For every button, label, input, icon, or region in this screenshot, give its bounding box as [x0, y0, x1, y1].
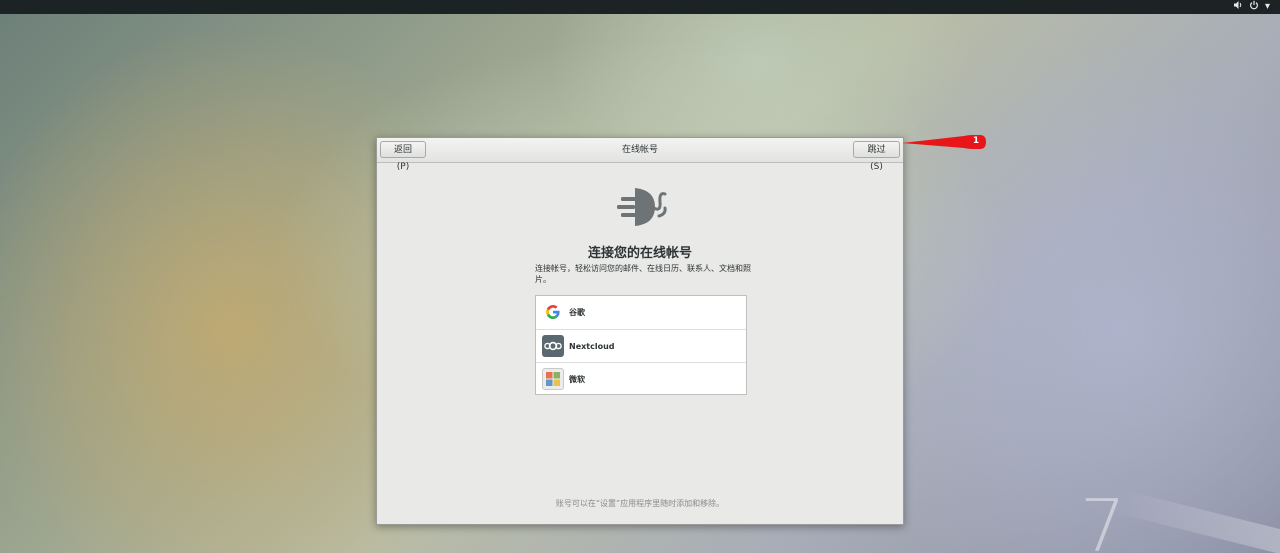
provider-row-nextcloud[interactable]: Nextcloud [536, 329, 746, 362]
provider-row-microsoft[interactable]: 微软 [536, 362, 746, 395]
annotation-number: 1 [972, 136, 980, 146]
google-icon [542, 301, 564, 323]
provider-label: Nextcloud [569, 342, 615, 351]
chevron-down-icon[interactable]: ▾ [1265, 1, 1270, 13]
provider-label: 谷歌 [569, 308, 585, 317]
provider-row-google[interactable]: 谷歌 [536, 296, 746, 329]
wallpaper-version-mark: 7 [1080, 484, 1126, 553]
skip-button[interactable]: 跳过(S) [853, 141, 900, 172]
back-button[interactable]: 返回(P) [380, 141, 426, 172]
volume-icon[interactable] [1233, 0, 1243, 14]
top-bar: ▾ [0, 0, 1280, 14]
online-accounts-dialog: 在线帐号 返回(P) 跳过(S) 连接您的在线帐号 连接帐号，轻松访问您的邮件、… [376, 137, 904, 525]
footer-note: 账号可以在“设置”应用程序里随时添加和移除。 [555, 499, 725, 508]
microsoft-icon [542, 368, 564, 390]
wallpaper-streak [1110, 488, 1280, 553]
nextcloud-icon [542, 335, 564, 357]
account-provider-list: 谷歌 Nextcloud 微软 [535, 295, 747, 395]
dialog-title: 在线帐号 [621, 145, 658, 155]
page-heading: 连接您的在线帐号 [587, 246, 692, 261]
page-description: 连接帐号，轻松访问您的邮件、在线日历、联系人、文档和照片。 [535, 264, 751, 284]
dialog-header: 在线帐号 返回(P) 跳过(S) [377, 138, 903, 172]
system-status-area[interactable]: ▾ [1233, 0, 1270, 14]
provider-label: 微软 [569, 375, 585, 384]
plug-icon [617, 188, 667, 226]
power-icon[interactable] [1249, 0, 1259, 14]
